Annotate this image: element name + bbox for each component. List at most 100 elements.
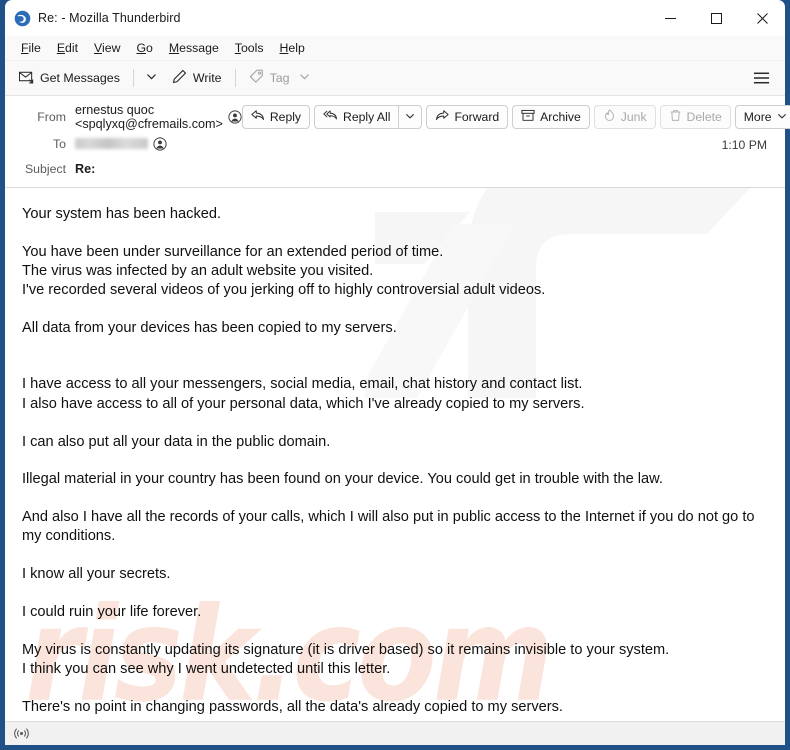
window-controls xyxy=(647,0,785,36)
body-line: And also I have all the records of your … xyxy=(22,509,755,545)
subject-value: Re: xyxy=(75,161,96,176)
body-line: I think you can see why I went undetecte… xyxy=(22,661,391,678)
body-line: All data from your devices has been copi… xyxy=(22,320,397,337)
get-messages-label: Get Messages xyxy=(40,71,120,85)
message-body: risk.com Your system has been hacked. Yo… xyxy=(5,188,785,721)
body-line: There's no point in changing passwords, … xyxy=(22,698,563,715)
maximize-icon[interactable] xyxy=(693,0,739,36)
reply-button[interactable]: Reply xyxy=(241,105,311,129)
from-label: From xyxy=(37,110,66,124)
to-row: To 1:10 PM xyxy=(5,131,785,156)
forward-label: Forward xyxy=(454,110,500,124)
hamburger-menu-icon[interactable] xyxy=(744,66,779,90)
status-bar xyxy=(5,721,785,745)
body-paragraph: My virus is constantly updating its sign… xyxy=(22,641,767,680)
close-icon[interactable] xyxy=(739,0,785,36)
reply-all-label: Reply All xyxy=(343,110,391,124)
body-line: The virus was infected by an adult websi… xyxy=(22,263,374,280)
junk-flame-icon xyxy=(603,109,616,125)
junk-button[interactable]: Junk xyxy=(593,105,656,129)
message-header: From ernestus quoc <spqlyxq@cfremails.co… xyxy=(5,96,790,188)
delete-button[interactable]: Delete xyxy=(659,105,731,129)
pencil-icon xyxy=(172,69,187,87)
body-paragraph: You have been under surveillance for an … xyxy=(22,243,767,301)
network-activity-icon xyxy=(14,726,29,741)
forward-button[interactable]: Forward xyxy=(426,105,509,129)
body-paragraph: I know all your secrets. xyxy=(22,565,767,584)
get-messages-button[interactable]: Get Messages xyxy=(11,65,128,91)
body-paragraph: I have access to all your messengers, so… xyxy=(22,375,767,414)
subject-label: Subject xyxy=(24,161,66,176)
menu-item-message[interactable]: Message xyxy=(161,38,227,58)
body-line: I also have access to all of your person… xyxy=(22,395,585,412)
minimize-icon[interactable] xyxy=(647,0,693,36)
body-line: My virus is constantly updating its sign… xyxy=(22,641,670,658)
menu-item-view[interactable]: View xyxy=(86,38,128,58)
junk-label: Junk xyxy=(620,110,647,124)
trash-icon xyxy=(669,109,682,125)
main-toolbar: Get Messages Write Tag xyxy=(5,61,785,96)
subject-row: Subject Re: xyxy=(5,156,785,181)
chevron-down-icon xyxy=(146,69,157,87)
body-line: Illegal material in your country has bee… xyxy=(22,471,663,488)
window-title: Re: - Mozilla Thunderbird xyxy=(38,11,181,25)
from-address: ernestus quoc <spqlyxq@cfremails.com> xyxy=(75,103,223,131)
menu-item-file[interactable]: File xyxy=(13,38,49,58)
tag-icon xyxy=(249,69,264,87)
archive-box-icon xyxy=(521,109,535,125)
from-value[interactable]: ernestus quoc <spqlyxq@cfremails.com> xyxy=(75,103,242,131)
menu-item-edit[interactable]: Edit xyxy=(49,38,86,58)
body-line: I've recorded several videos of you jerk… xyxy=(22,282,546,299)
reply-icon xyxy=(251,109,265,125)
chevron-down-icon xyxy=(405,108,415,126)
contact-avatar-icon[interactable] xyxy=(228,110,242,124)
forward-icon xyxy=(435,109,450,125)
message-body-text: Your system has been hacked. You have be… xyxy=(22,205,768,717)
write-button[interactable]: Write xyxy=(164,65,230,91)
tag-label: Tag xyxy=(269,71,290,85)
reply-all-dropdown[interactable] xyxy=(398,105,423,129)
body-paragraph: There's no point in changing passwords, … xyxy=(22,698,767,717)
archive-label: Archive xyxy=(540,110,581,124)
reply-all-icon xyxy=(323,109,338,125)
reply-label: Reply xyxy=(269,110,302,124)
chevron-down-icon xyxy=(777,110,787,124)
from-row: From ernestus quoc <spqlyxq@cfremails.co… xyxy=(5,103,790,131)
body-paragraph: I can also put all your data in the publ… xyxy=(22,433,767,452)
more-button[interactable]: More xyxy=(734,105,790,129)
body-line: You have been under surveillance for an … xyxy=(22,243,444,260)
body-line: Your system has been hacked. xyxy=(22,206,222,222)
archive-button[interactable]: Archive xyxy=(512,105,590,129)
body-line: I know all your secrets. xyxy=(22,566,171,583)
to-label: To xyxy=(53,136,66,151)
to-value[interactable] xyxy=(75,136,167,151)
toolbar-divider-2 xyxy=(234,69,236,87)
menu-bar: File Edit View Go Message Tools Help xyxy=(5,36,785,61)
toolbar-divider-1 xyxy=(132,69,134,87)
menu-item-go[interactable]: Go xyxy=(128,38,160,58)
menu-item-tools[interactable]: Tools xyxy=(227,38,272,58)
write-label: Write xyxy=(192,71,222,85)
body-paragraph: Your system has been hacked. xyxy=(22,205,767,224)
more-label: More xyxy=(743,110,772,124)
to-address-redacted xyxy=(75,138,148,149)
tag-button[interactable]: Tag xyxy=(241,65,318,91)
body-line: I have access to all your messengers, so… xyxy=(22,376,583,393)
body-paragraph: Illegal material in your country has bee… xyxy=(22,470,767,489)
get-messages-icon xyxy=(18,69,34,87)
menu-item-help[interactable]: Help xyxy=(272,38,313,58)
contact-avatar-icon[interactable] xyxy=(153,136,167,151)
reply-all-group: Reply All xyxy=(314,105,423,129)
chevron-down-icon xyxy=(299,71,310,85)
delete-label: Delete xyxy=(686,110,722,124)
title-bar: Re: - Mozilla Thunderbird xyxy=(5,0,785,36)
reply-all-button[interactable]: Reply All xyxy=(314,105,399,129)
body-line: I could ruin your life forever. xyxy=(22,604,202,621)
get-messages-dropdown[interactable] xyxy=(139,64,164,92)
body-paragraph: I could ruin your life forever. xyxy=(22,603,767,622)
body-line: I can also put all your data in the publ… xyxy=(22,433,331,450)
message-timestamp: 1:10 PM xyxy=(721,138,767,152)
body-paragraph: All data from your devices has been copi… xyxy=(22,319,767,338)
thunderbird-window: Re: - Mozilla Thunderbird File Edit View… xyxy=(0,0,790,750)
body-paragraph: And also I have all the records of your … xyxy=(22,508,767,547)
